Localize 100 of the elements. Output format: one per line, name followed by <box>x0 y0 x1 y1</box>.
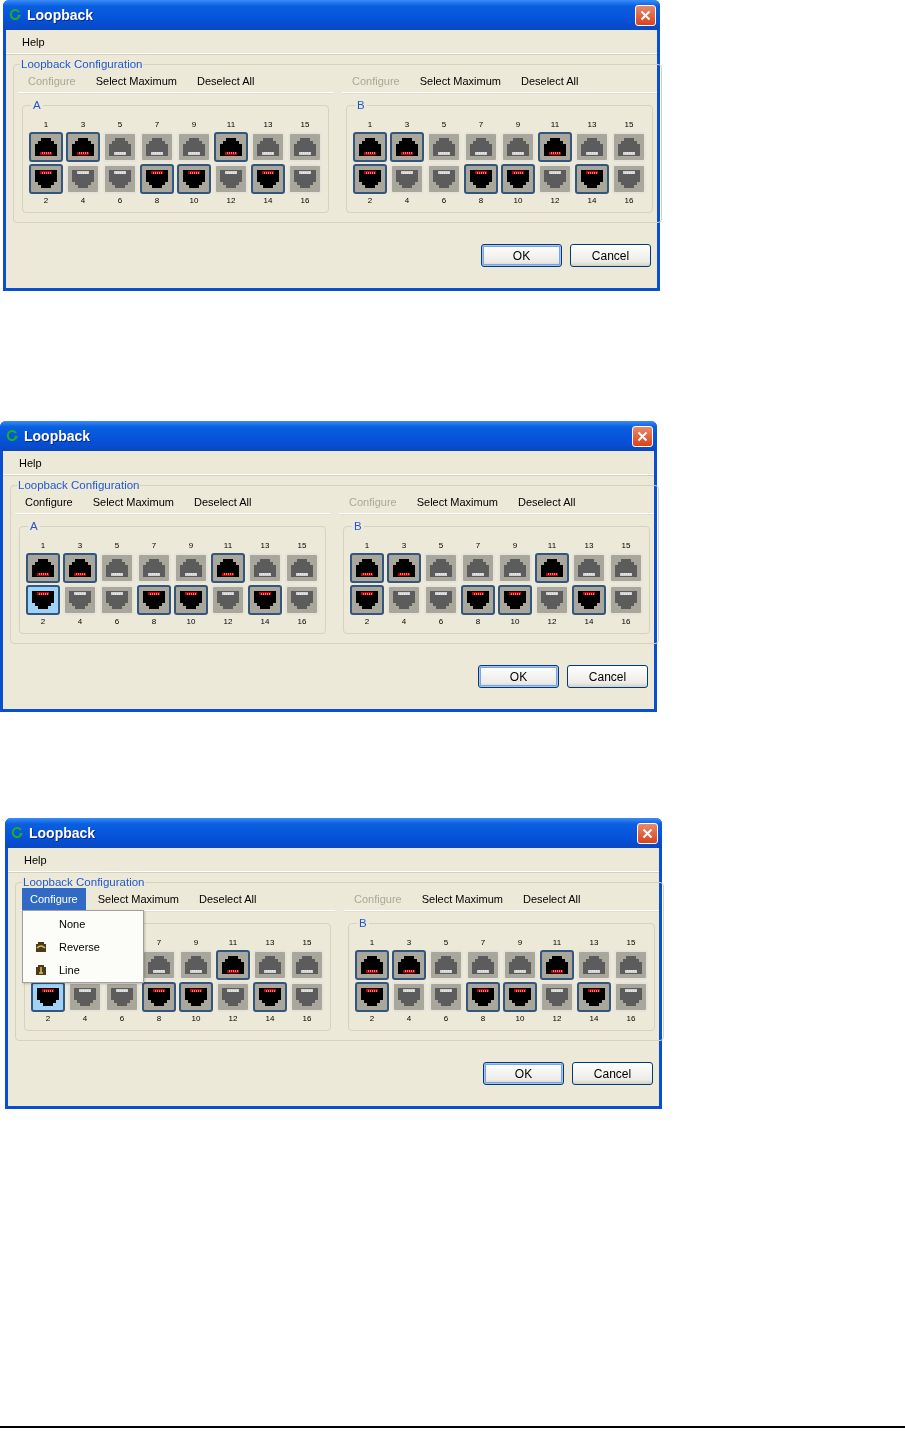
toolbar-menu-item[interactable]: Select Maximum <box>89 888 187 910</box>
port-button[interactable] <box>503 982 537 1012</box>
port-button[interactable] <box>461 585 495 615</box>
ethernet-port-icon <box>144 168 170 190</box>
port-button[interactable] <box>29 164 63 194</box>
port-button[interactable] <box>211 553 245 583</box>
ethernet-port-icon <box>507 986 533 1008</box>
port-button[interactable] <box>392 950 426 980</box>
toolbar-menu-item[interactable]: Deselect All <box>515 888 589 910</box>
port-button[interactable] <box>174 585 208 615</box>
toolbar-menu-item[interactable]: Deselect All <box>191 888 265 910</box>
port-number: 3 <box>400 541 408 551</box>
port-button[interactable] <box>253 982 287 1012</box>
port-button[interactable] <box>177 164 211 194</box>
toolbar-menu-item[interactable]: Select Maximum <box>87 70 185 92</box>
ethernet-port-icon <box>109 986 135 1008</box>
port-button[interactable] <box>390 132 424 162</box>
dialog-button[interactable]: OK <box>483 1062 564 1085</box>
port-button[interactable] <box>216 950 250 980</box>
port-button[interactable] <box>214 132 248 162</box>
port-button[interactable] <box>355 982 389 1012</box>
port-number: 11 <box>225 120 237 130</box>
dialog-button[interactable]: OK <box>481 244 562 267</box>
port-number: 1 <box>39 541 47 551</box>
port-button[interactable] <box>31 982 65 1012</box>
ethernet-port-icon <box>354 557 380 579</box>
dialog-button[interactable]: Cancel <box>572 1062 653 1085</box>
port-button[interactable] <box>251 164 285 194</box>
port-button[interactable] <box>538 132 572 162</box>
port-number: 15 <box>296 541 308 551</box>
port-number: 10 <box>509 617 521 627</box>
toolbar-menu-item[interactable]: Configure <box>22 888 86 910</box>
port-button[interactable] <box>26 553 60 583</box>
port-button[interactable] <box>353 132 387 162</box>
menu-item[interactable]: Help <box>18 853 53 866</box>
close-button[interactable] <box>632 425 653 447</box>
port-button[interactable] <box>501 164 535 194</box>
toolbar-menu-item[interactable]: Configure <box>17 491 81 513</box>
dialog-button[interactable]: Cancel <box>567 665 648 688</box>
port-button[interactable] <box>350 585 384 615</box>
port-button[interactable] <box>26 585 60 615</box>
toolbar-menu-item[interactable]: Select Maximum <box>408 491 506 513</box>
port-button[interactable] <box>540 950 574 980</box>
toolbar-menu-item[interactable]: Deselect All <box>513 70 587 92</box>
port-button[interactable] <box>353 164 387 194</box>
port-button[interactable] <box>535 553 569 583</box>
port-number: 5 <box>437 541 445 551</box>
dialog-button[interactable]: Cancel <box>570 244 651 267</box>
ethernet-port-icon <box>581 954 607 976</box>
ethernet-port-icon <box>183 954 209 976</box>
port-button[interactable] <box>142 982 176 1012</box>
port-button[interactable] <box>350 553 384 583</box>
ethernet-port-icon <box>428 589 454 611</box>
ethernet-port-icon <box>613 589 639 611</box>
ethernet-port-icon <box>391 557 417 579</box>
port-number: 2 <box>42 196 50 206</box>
port-button[interactable] <box>140 164 174 194</box>
port-button[interactable] <box>466 982 500 1012</box>
port-button[interactable] <box>575 164 609 194</box>
port-number: 4 <box>400 617 408 627</box>
toolbar-menu-item[interactable]: Deselect All <box>186 491 260 513</box>
toolbar-menu-item[interactable]: Select Maximum <box>84 491 182 513</box>
port-button[interactable] <box>387 553 421 583</box>
port-button[interactable] <box>355 950 389 980</box>
port-button[interactable] <box>248 585 282 615</box>
toolbar-menu-item[interactable]: Select Maximum <box>411 70 509 92</box>
close-button[interactable] <box>635 4 656 26</box>
port-button[interactable] <box>179 982 213 1012</box>
menu-item[interactable]: Help <box>16 35 51 48</box>
port-button[interactable] <box>577 982 611 1012</box>
toolbar-menu-item[interactable]: Deselect All <box>189 70 263 92</box>
ethernet-port-icon <box>431 136 457 158</box>
toolbar-menu-item[interactable]: Select Maximum <box>413 888 511 910</box>
port-number: 6 <box>113 617 121 627</box>
ethernet-port-icon <box>433 954 459 976</box>
port-button[interactable] <box>498 585 532 615</box>
close-icon <box>640 9 651 21</box>
port-number: 4 <box>81 1014 89 1024</box>
ethernet-port-icon <box>542 136 568 158</box>
group-label: B <box>359 917 367 929</box>
port-button[interactable] <box>63 553 97 583</box>
menu-item[interactable]: Help <box>13 456 48 469</box>
dialog-button[interactable]: OK <box>478 665 559 688</box>
port-number: 15 <box>301 938 313 948</box>
group-label: B <box>357 99 365 111</box>
ethernet-port-icon <box>613 557 639 579</box>
menu-option[interactable]: None <box>23 912 143 935</box>
port-button[interactable] <box>29 132 63 162</box>
port-number: 8 <box>479 1014 487 1024</box>
port-number: 6 <box>440 196 448 206</box>
close-button[interactable] <box>637 822 658 844</box>
toolbar-menu-item[interactable]: Deselect All <box>510 491 584 513</box>
menu-option[interactable]: Line <box>23 958 143 981</box>
group-title: Loopback Configuration <box>23 876 145 888</box>
menu-option[interactable]: Reverse <box>23 935 143 958</box>
ethernet-port-icon <box>220 986 246 1008</box>
port-button[interactable] <box>464 164 498 194</box>
port-button[interactable] <box>137 585 171 615</box>
port-button[interactable] <box>572 585 606 615</box>
port-button[interactable] <box>66 132 100 162</box>
